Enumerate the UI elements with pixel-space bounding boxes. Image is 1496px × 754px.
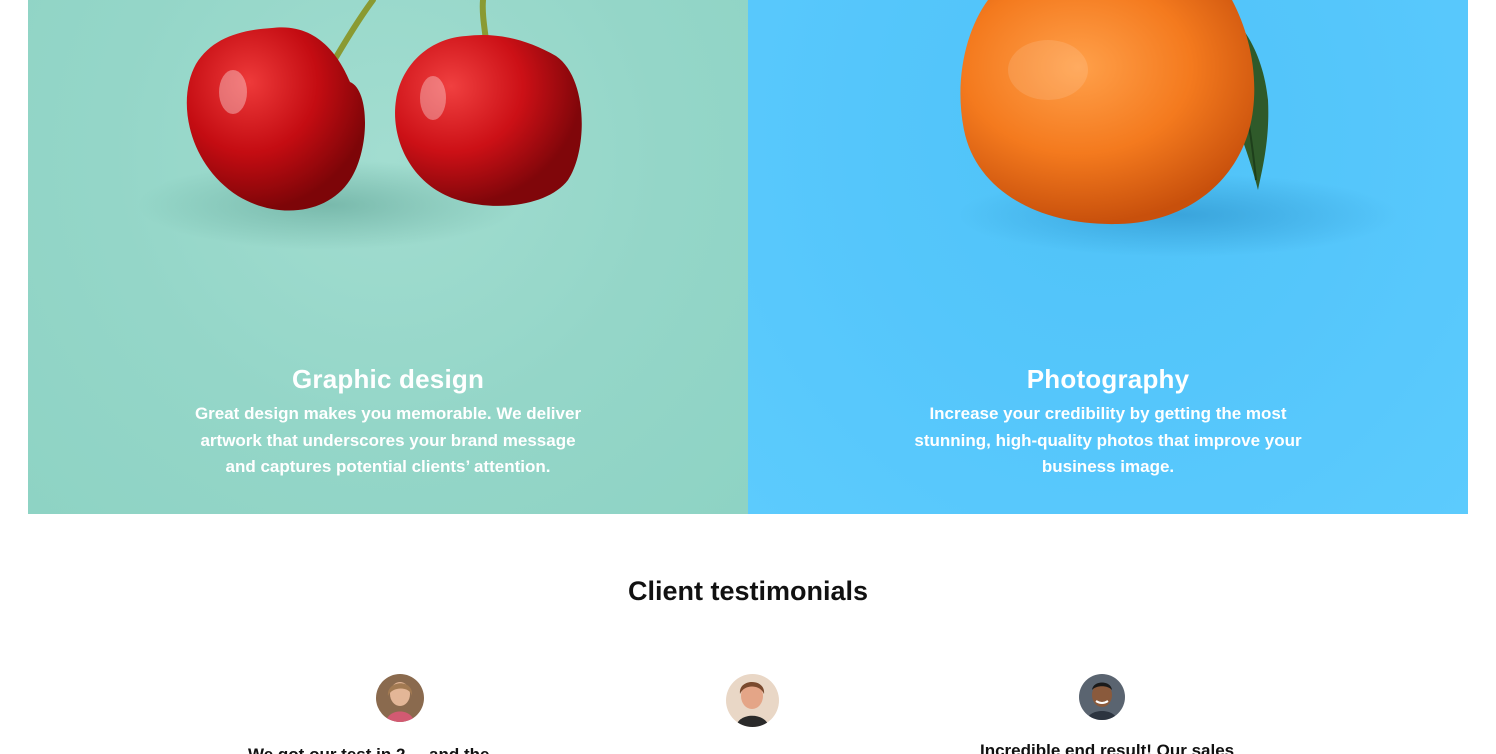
testimonial-quote-1: We got our test in 2 ... and the bbox=[248, 745, 489, 754]
page: Graphic design Great design makes you me… bbox=[0, 0, 1496, 754]
services-section: Graphic design Great design makes you me… bbox=[28, 0, 1468, 514]
photography-title: Photography bbox=[1026, 364, 1190, 394]
graphic-design-text: Graphic design Great design makes you me… bbox=[28, 364, 748, 481]
graphic-design-title: Graphic design bbox=[291, 364, 485, 394]
photography-card: Photography Increase your credibility by… bbox=[748, 0, 1468, 514]
testimonial-avatar-3 bbox=[1079, 674, 1125, 720]
testimonial-avatar-2 bbox=[726, 674, 779, 727]
testimonial-quote-3: Incredible end result! Our sales bbox=[980, 741, 1235, 754]
graphic-design-description: Great design makes you memorable. We del… bbox=[194, 404, 582, 476]
testimonial-avatar-1 bbox=[376, 674, 424, 722]
photography-text: Photography Increase your credibility by… bbox=[748, 364, 1468, 481]
graphic-design-card: Graphic design Great design makes you me… bbox=[28, 0, 748, 514]
testimonials-heading: Client testimonials bbox=[627, 576, 869, 606]
photography-description: Increase your credibility by getting the… bbox=[914, 404, 1302, 476]
